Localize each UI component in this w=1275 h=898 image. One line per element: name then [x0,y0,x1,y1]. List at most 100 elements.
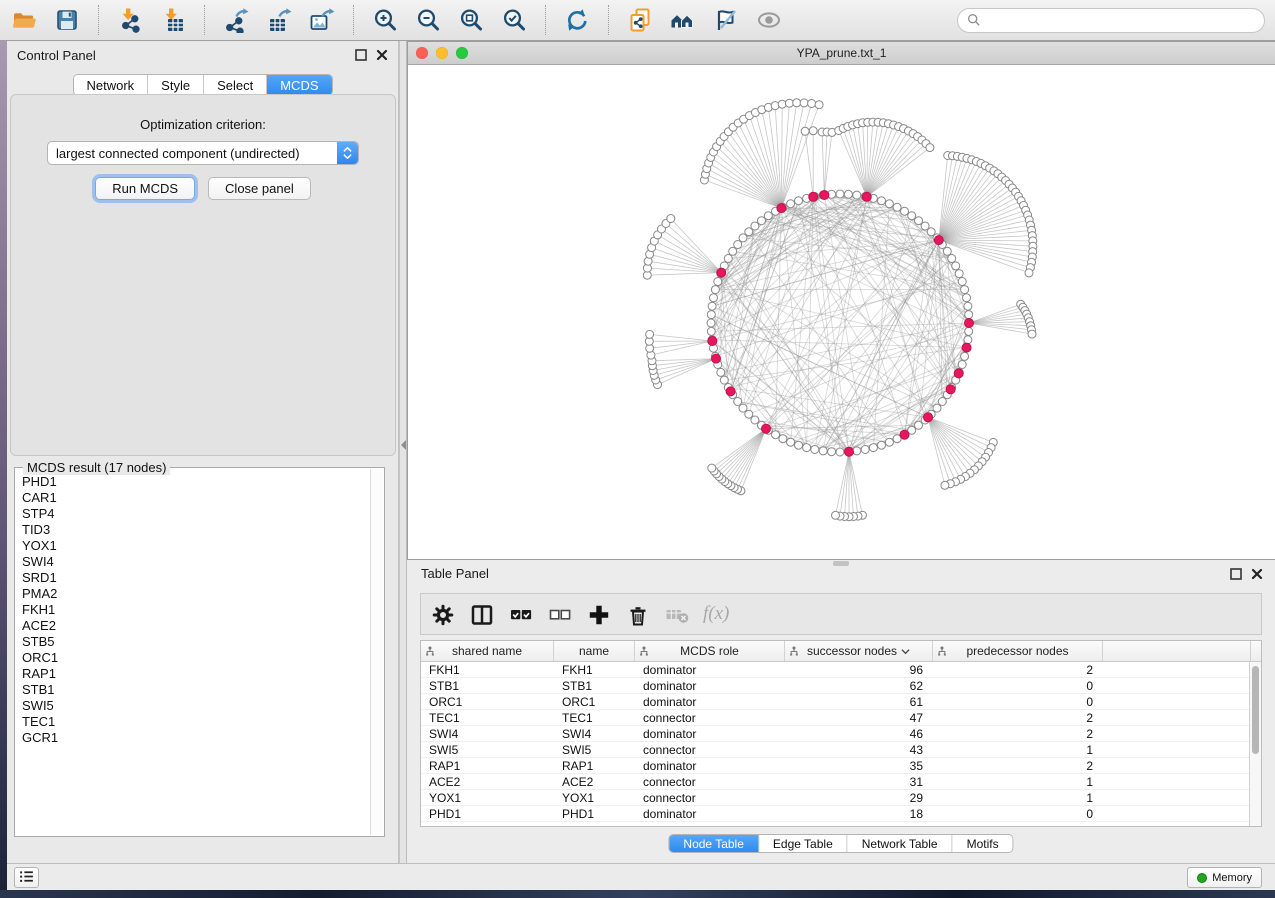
zoom-fit-button[interactable] [457,6,485,34]
table-row[interactable]: ORC1ORC1dominator610 [421,694,1249,710]
flag-slash-icon [713,7,739,33]
panel-splitter[interactable] [399,41,407,863]
column-header-successor-nodes[interactable]: successor nodes [785,641,933,661]
mcds-result-item[interactable]: ACE2 [22,618,370,634]
splitter-collapse-icon[interactable] [401,440,406,450]
optimization-criterion-select[interactable]: largest connected component (undirected) [47,141,359,165]
run-mcds-button[interactable]: Run MCDS [95,177,195,200]
export-image-icon [309,7,335,33]
table-cell [1103,710,1249,725]
create-column-button[interactable] [585,601,611,627]
open-session-button[interactable] [10,6,38,34]
attribute-type-icon [937,646,947,656]
tab-mcds[interactable]: MCDS [267,75,331,95]
export-table-button[interactable] [265,6,293,34]
cybrowser-button[interactable] [669,6,697,34]
table-scrollbar-thumb[interactable] [1252,666,1259,754]
search-input[interactable] [986,12,1255,28]
table-panel-header: Table Panel [421,566,1263,581]
mcds-result-list[interactable]: PHD1CAR1STP4TID3YOX1SWI4SRD1PMA2FKH1ACE2… [15,469,370,835]
mcds-result-item[interactable]: STB1 [22,682,370,698]
desktop-wallpaper-left [0,41,7,890]
apply-preferred-layout-button[interactable] [563,6,591,34]
zoom-in-button[interactable] [371,6,399,34]
mcds-result-item[interactable]: SWI4 [22,554,370,570]
mcds-result-item[interactable]: FKH1 [22,602,370,618]
table-cell: RAP1 [554,758,635,773]
clone-network-button[interactable] [626,6,654,34]
mcds-result-item[interactable]: SRD1 [22,570,370,586]
mcds-result-item[interactable]: ORC1 [22,650,370,666]
deselect-all-rows-button[interactable] [546,601,572,627]
table-tab-network-table[interactable]: Network Table [848,835,953,852]
task-history-button[interactable] [14,867,39,888]
table-toolbar: f(x) [420,593,1262,635]
mcds-result-item[interactable]: RAP1 [22,666,370,682]
export-network-button[interactable] [222,6,250,34]
close-table-panel-icon[interactable] [1251,568,1263,580]
table-row[interactable]: STB1STB1dominator620 [421,678,1249,694]
column-header-predecessor-nodes[interactable]: predecessor nodes [933,641,1103,661]
toggle-graphics-details-button[interactable] [712,6,740,34]
plus-icon [586,602,612,628]
export-network-icon [223,7,249,33]
network-window-titlebar[interactable]: YPA_prune.txt_1 [408,42,1275,65]
tab-style[interactable]: Style [148,75,204,95]
mcds-result-item[interactable]: TEC1 [22,714,370,730]
mcds-result-item[interactable]: GCR1 [22,730,370,746]
network-canvas[interactable] [408,65,1274,559]
network-graph[interactable] [408,65,1274,559]
tab-select[interactable]: Select [204,75,267,95]
mcds-result-item[interactable]: TID3 [22,522,370,538]
mcds-list-scrollbar[interactable] [370,469,383,835]
column-header-MCDS-role[interactable]: MCDS role [635,641,785,661]
table-row[interactable]: FKH1FKH1dominator962 [421,662,1249,678]
table-row[interactable]: TEC1TEC1connector472 [421,710,1249,726]
mcds-result-item[interactable]: STP4 [22,506,370,522]
control-panel: Control Panel NetworkStyleSelectMCDS Opt… [7,41,399,863]
table-tab-node-table[interactable]: Node Table [669,835,759,852]
table-tab-motifs[interactable]: Motifs [953,835,1013,852]
search-box[interactable] [957,8,1265,33]
mcds-result-item[interactable]: STB5 [22,634,370,650]
table-tab-edge-table[interactable]: Edge Table [759,835,848,852]
mcds-result-item[interactable]: YOX1 [22,538,370,554]
table-row[interactable]: PHD1PHD1dominator180 [421,806,1249,822]
window-zoom-button[interactable] [456,47,468,59]
column-layout-button[interactable] [468,601,494,627]
export-image-button[interactable] [308,6,336,34]
delete-column-button[interactable] [624,601,650,627]
table-scrollbar[interactable] [1249,662,1261,826]
zoom-out-button[interactable] [414,6,442,34]
select-all-rows-button[interactable] [507,601,533,627]
main-toolbar [0,0,1275,41]
table-cell: 1 [933,742,1103,757]
network-window-title: YPA_prune.txt_1 [408,46,1275,60]
window-close-button[interactable] [416,47,428,59]
table-row[interactable]: YOX1YOX1connector291 [421,790,1249,806]
zoom-selected-button[interactable] [500,6,528,34]
float-table-panel-icon[interactable] [1230,568,1242,580]
window-minimize-button[interactable] [436,47,448,59]
table-row[interactable]: SWI5SWI5connector431 [421,742,1249,758]
memory-button[interactable]: Memory [1187,867,1262,888]
save-session-button[interactable] [53,6,81,34]
table-row[interactable]: ACE2ACE2connector311 [421,774,1249,790]
mcds-result-item[interactable]: SWI5 [22,698,370,714]
close-panel-button[interactable]: Close panel [208,177,311,200]
column-header-shared-name[interactable]: shared name [421,641,554,661]
import-table-button[interactable] [159,6,187,34]
import-network-button[interactable] [116,6,144,34]
table-row[interactable]: SWI4SWI4dominator462 [421,726,1249,742]
tab-network[interactable]: Network [73,75,148,95]
mcds-result-item[interactable]: PMA2 [22,586,370,602]
float-panel-icon[interactable] [355,49,367,61]
table-settings-button[interactable] [429,601,455,627]
mcds-result-item[interactable]: CAR1 [22,490,370,506]
mcds-result-item[interactable]: PHD1 [22,474,370,490]
table-cell: connector [635,790,785,805]
column-header-name[interactable]: name [554,641,635,661]
table-row[interactable]: RAP1RAP1dominator352 [421,758,1249,774]
close-panel-icon[interactable] [376,49,388,61]
table-cell [1103,678,1249,693]
